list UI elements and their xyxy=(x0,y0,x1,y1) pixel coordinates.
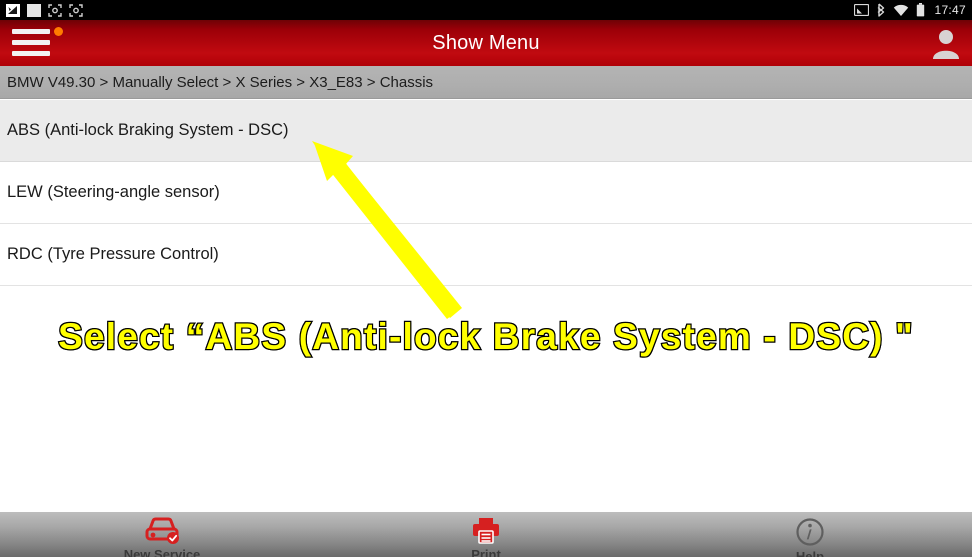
android-status-bar: 17:47 xyxy=(0,0,972,20)
hamburger-bar-1 xyxy=(12,29,50,34)
list-item-rdc[interactable]: RDC (Tyre Pressure Control) xyxy=(0,224,972,286)
status-bar-left-icons xyxy=(6,3,83,17)
list-item-lew[interactable]: LEW (Steering-angle sensor) xyxy=(0,162,972,224)
new-service-button[interactable]: New Service xyxy=(0,512,324,557)
car-check-icon xyxy=(142,517,182,545)
help-button[interactable]: Help xyxy=(648,512,972,557)
battery-icon xyxy=(916,3,925,17)
status-bar-clock: 17:47 xyxy=(934,3,966,17)
app-root: 17:47 Show Menu BMW V49.30 > Manually Se… xyxy=(0,0,972,557)
bluetooth-icon xyxy=(876,3,886,17)
screenshot-icon xyxy=(48,3,62,17)
list-item-label: RDC (Tyre Pressure Control) xyxy=(7,245,219,263)
list-item-label: ABS (Anti-lock Braking System - DSC) xyxy=(7,121,289,139)
breadcrumb[interactable]: BMW V49.30 > Manually Select > X Series … xyxy=(0,66,972,99)
user-account-icon[interactable] xyxy=(928,26,964,60)
breadcrumb-text: BMW V49.30 > Manually Select > X Series … xyxy=(7,73,434,91)
app-header-bar: Show Menu xyxy=(0,20,972,66)
hamburger-menu-icon[interactable] xyxy=(12,27,63,59)
printer-icon xyxy=(470,517,502,545)
hamburger-bar-3 xyxy=(12,51,50,56)
page-title: Show Menu xyxy=(432,31,540,54)
hamburger-bar-2 xyxy=(12,40,50,45)
print-button[interactable]: Print xyxy=(324,512,648,557)
info-icon xyxy=(795,517,825,547)
toolbar-label: New Service xyxy=(123,547,201,557)
cast-icon xyxy=(854,3,870,17)
screenshot-icon-2 xyxy=(69,3,83,17)
toolbar-label: Help xyxy=(795,549,825,557)
list-item-abs[interactable]: ABS (Anti-lock Braking System - DSC) xyxy=(0,100,972,162)
notification-dot-badge xyxy=(54,27,63,36)
module-list: ABS (Anti-lock Braking System - DSC) LEW… xyxy=(0,100,972,512)
status-bar-right-icons: 17:47 xyxy=(854,3,966,17)
sim-card-icon xyxy=(27,3,41,17)
bottom-toolbar: New Service Print Help xyxy=(0,512,972,557)
signal-icon xyxy=(6,3,20,17)
list-item-label: LEW (Steering-angle sensor) xyxy=(7,183,220,201)
toolbar-label: Print xyxy=(471,547,501,557)
wifi-icon xyxy=(893,4,909,17)
